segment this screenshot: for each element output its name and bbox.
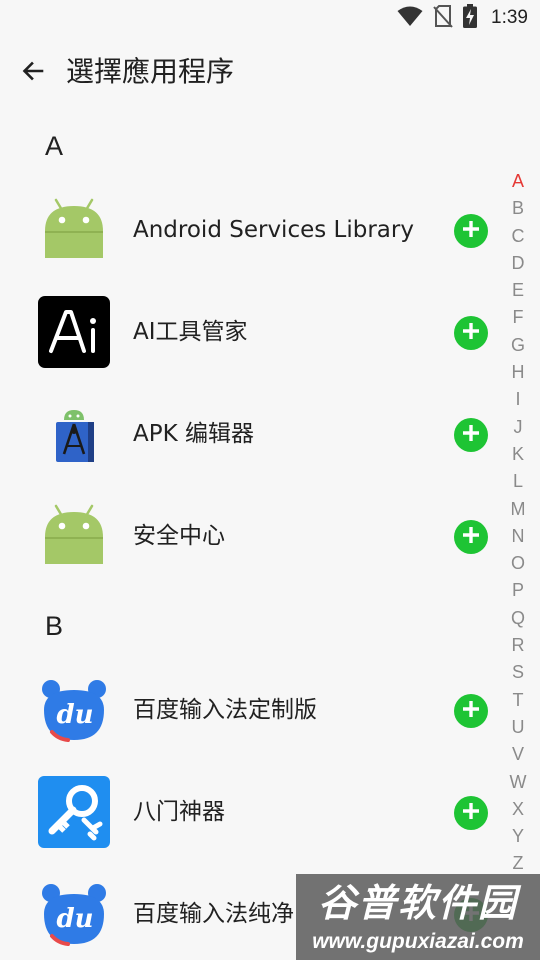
index-letter-p[interactable]: P xyxy=(512,577,524,604)
index-letter-q[interactable]: Q xyxy=(511,605,525,632)
baidu-input-icon: du xyxy=(38,878,110,950)
app-name: 八门神器 xyxy=(133,799,225,825)
app-list[interactable]: A Android Services Library AI工具管家 APK 编辑… xyxy=(0,108,500,960)
app-bar: 選擇應用程序 xyxy=(0,36,540,108)
plus-icon xyxy=(461,699,481,724)
app-name: 百度输入法定制版 xyxy=(133,697,317,723)
app-name: Android Services Library xyxy=(133,217,414,243)
list-item[interactable]: AI工具管家 xyxy=(0,284,500,380)
app-name: APK 编辑器 xyxy=(133,421,254,447)
add-button[interactable] xyxy=(454,694,488,728)
index-letter-s[interactable]: S xyxy=(512,659,524,686)
app-name: AI工具管家 xyxy=(133,319,248,345)
index-letter-t[interactable]: T xyxy=(513,687,524,714)
baidu-input-icon: du xyxy=(38,674,110,746)
index-letter-y[interactable]: Y xyxy=(512,823,524,850)
svg-text:du: du xyxy=(56,904,93,934)
index-letter-w[interactable]: W xyxy=(510,769,527,796)
no-sim-icon xyxy=(433,4,453,33)
list-item[interactable]: du 百度输入法定制版 xyxy=(0,662,500,758)
index-letter-i[interactable]: I xyxy=(515,386,520,413)
back-button[interactable] xyxy=(14,54,52,92)
ai-tools-icon xyxy=(38,296,110,368)
list-item[interactable]: APK 编辑器 xyxy=(0,386,500,482)
index-letter-b[interactable]: B xyxy=(512,195,524,222)
section-header-b: B xyxy=(45,611,64,641)
index-letter-u[interactable]: U xyxy=(512,714,525,741)
index-letter-a[interactable]: A xyxy=(512,168,524,195)
index-letter-k[interactable]: K xyxy=(512,441,524,468)
add-button[interactable] xyxy=(454,796,488,830)
status-bar: 1:39 xyxy=(0,0,540,36)
app-name: 百度输入法纯净 xyxy=(133,901,294,927)
watermark-title: 谷普软件园 xyxy=(317,881,518,925)
plus-icon xyxy=(461,423,481,448)
index-letter-h[interactable]: H xyxy=(512,359,525,386)
status-icons: 1:39 xyxy=(397,3,528,33)
index-letter-o[interactable]: O xyxy=(511,550,525,577)
add-button[interactable] xyxy=(454,316,488,350)
section-header-a: A xyxy=(45,131,64,161)
battery-charging-icon xyxy=(463,3,478,33)
index-letter-c[interactable]: C xyxy=(512,223,525,250)
status-time: 1:39 xyxy=(491,7,528,28)
list-item[interactable]: Android Services Library xyxy=(0,182,500,278)
index-letter-x[interactable]: X xyxy=(512,796,524,823)
apk-editor-icon xyxy=(38,398,110,470)
plus-icon xyxy=(461,219,481,244)
watermark: 谷普软件园 www.gupuxiazai.com xyxy=(296,874,540,960)
add-button[interactable] xyxy=(454,520,488,554)
index-letter-l[interactable]: L xyxy=(513,468,523,495)
index-letter-v[interactable]: V xyxy=(512,741,524,768)
svg-text:du: du xyxy=(56,700,93,730)
index-letter-n[interactable]: N xyxy=(512,523,525,550)
index-letter-f[interactable]: F xyxy=(513,304,524,331)
index-letter-g[interactable]: G xyxy=(511,332,525,359)
list-item[interactable]: 八门神器 xyxy=(0,764,500,860)
index-letter-m[interactable]: M xyxy=(511,496,526,523)
android-robot-icon xyxy=(38,194,110,266)
app-name: 安全中心 xyxy=(133,523,225,549)
plus-icon xyxy=(461,801,481,826)
list-item[interactable]: 安全中心 xyxy=(0,488,500,584)
alphabet-index[interactable]: ABCDEFGHIJKLMNOPQRSTUVWXYZ xyxy=(506,168,530,878)
add-button[interactable] xyxy=(454,418,488,452)
plus-icon xyxy=(461,525,481,550)
index-letter-j[interactable]: J xyxy=(514,414,523,441)
index-letter-d[interactable]: D xyxy=(512,250,525,277)
page-title: 選擇應用程序 xyxy=(66,55,235,88)
key-wrench-icon xyxy=(38,776,110,848)
index-letter-e[interactable]: E xyxy=(512,277,524,304)
watermark-url: www.gupuxiazai.com xyxy=(312,930,524,953)
arrow-left-icon xyxy=(21,59,45,88)
plus-icon xyxy=(461,321,481,346)
add-button[interactable] xyxy=(454,214,488,248)
wifi-icon xyxy=(397,5,423,32)
index-letter-r[interactable]: R xyxy=(512,632,525,659)
android-robot-icon xyxy=(38,500,110,572)
